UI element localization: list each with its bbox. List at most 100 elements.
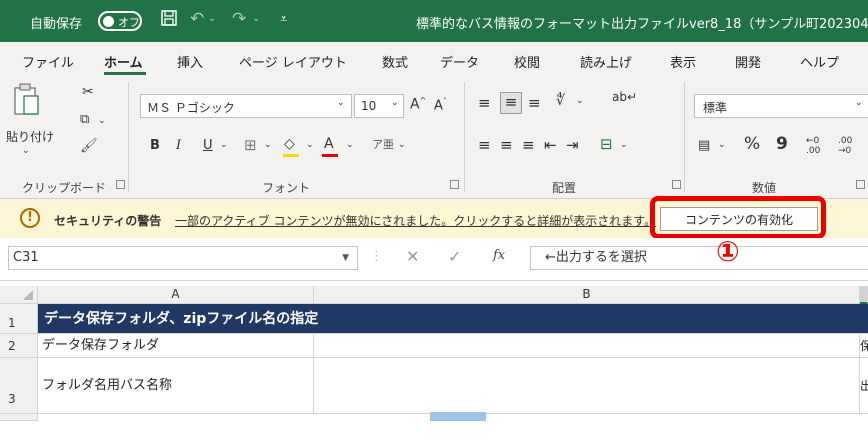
security-warning-title: セキュリティの警告 [54,214,162,228]
clipboard-group-label: クリップボード [22,181,107,195]
redo-icon[interactable]: ↷ [232,9,246,29]
align-top-icon[interactable]: ≡ [478,94,491,112]
alignment-launcher-icon[interactable] [672,180,681,189]
number-launcher-icon[interactable] [856,180,865,189]
name-box-value: C31 [13,250,39,265]
autosave-toggle[interactable]: オフ [98,11,142,31]
orientation-icon[interactable]: ∜ [556,93,565,109]
chevron-down-icon[interactable]: ⌄ [208,13,216,24]
tab-help[interactable]: ヘルプ [800,52,839,71]
cell-a2[interactable]: データ保存フォルダ [38,334,314,358]
column-header-c[interactable] [860,286,868,304]
select-all-corner[interactable] [0,286,38,304]
font-name-select[interactable]: ＭＳ Ｐゴシック ⌄ [140,94,352,118]
shrink-font-icon[interactable]: Aˇ [434,97,447,113]
chevron-down-icon[interactable]: ⌄ [98,116,106,126]
tab-review[interactable]: 校閲 [514,52,540,71]
comma-style-button[interactable]: 9 [776,134,788,154]
cancel-icon[interactable]: ✕ [406,247,419,266]
align-middle-icon[interactable]: ≡ [500,92,522,114]
chevron-down-icon[interactable]: ⌄ [620,140,628,150]
bold-button[interactable]: B [150,138,160,153]
increase-decimal-button[interactable]: ←0 .00 [806,136,830,156]
group-divider [128,82,129,192]
group-divider [464,82,465,192]
clipboard-launcher-icon[interactable] [116,180,125,189]
accounting-format-icon[interactable]: ▤ [698,138,710,153]
font-group-label: フォント [262,181,311,195]
ribbon: 貼り付け ⌄ ✂ ⧉ ⌄ 🖌 クリップボード ＭＳ Ｐゴシック ⌄ 10 ⌄ A… [0,76,868,200]
tab-formulas[interactable]: 数式 [382,52,408,71]
align-bottom-icon[interactable]: ≡ [528,94,541,112]
row-header-2[interactable]: 2 [0,334,38,358]
chevron-down-icon[interactable]: ⌄ [252,13,260,24]
chevron-down-icon[interactable]: ▼ [342,247,349,269]
font-color-icon[interactable]: A [324,136,334,152]
font-launcher-icon[interactable] [450,180,459,189]
security-warning-link[interactable]: 一部のアクティブ コンテンツが無効にされました。クリックすると詳細が表示されます… [175,212,656,229]
autosave-label: 自動保存 [30,17,83,32]
tab-view[interactable]: 表示 [670,52,696,71]
percent-style-button[interactable]: % [744,134,760,154]
decrease-indent-icon[interactable]: ⇤ [544,136,557,154]
italic-button[interactable]: I [176,138,181,153]
tab-page-layout[interactable]: ページ レイアウト [239,52,347,71]
format-painter-icon[interactable]: 🖌 [80,138,98,154]
paste-icon[interactable] [12,82,42,123]
copy-icon[interactable]: ⧉ [80,112,89,127]
paste-label[interactable]: 貼り付け [6,128,54,145]
cell-b2[interactable] [314,334,860,358]
tab-home[interactable]: ホーム [104,52,143,71]
chevron-down-icon[interactable]: ⌄ [22,146,30,156]
customize-qat-icon[interactable]: ⩡ [280,12,287,27]
chevron-down-icon: ⌄ [391,98,399,108]
tab-developer[interactable]: 開発 [735,52,761,71]
table-row[interactable]: データ保存フォルダ、zipファイル名の指定 [38,304,868,334]
number-group-label: 数値 [752,181,777,195]
merge-center-icon[interactable]: ⊟ [600,135,613,153]
formula-input[interactable]: ←出力するを選択 [530,246,868,270]
borders-icon[interactable]: ⊞ [244,136,257,154]
tab-read-aloud[interactable]: 読み上げ [580,52,632,71]
chevron-down-icon[interactable]: ⌄ [264,140,272,150]
tab-data[interactable]: データ [440,52,479,71]
cell-c3[interactable]: 出 [860,358,868,414]
cell-c2[interactable]: 保 [860,334,868,358]
decrease-decimal-button[interactable]: .00 →0 [838,136,864,156]
name-box[interactable]: C31 ▼ [8,246,358,270]
fill-color-icon[interactable]: ◇ [284,136,295,152]
number-format-select[interactable]: 標準 ⌄ [694,94,868,118]
align-left-icon[interactable]: ≡ [478,136,491,154]
cut-icon[interactable]: ✂ [82,84,94,100]
tab-insert[interactable]: 挿入 [177,52,203,71]
chevron-down-icon[interactable]: ⌄ [220,140,228,150]
insert-function-icon[interactable]: fx [493,248,505,263]
chevron-down-icon[interactable]: ⌄ [306,140,314,150]
align-center-icon[interactable]: ≡ [500,136,513,154]
phonetic-icon[interactable]: ア亜 [372,136,394,152]
font-size-select[interactable]: 10 ⌄ [354,94,404,118]
increase-indent-icon[interactable]: ⇥ [566,136,579,154]
row-header-3[interactable]: 3 [0,358,38,414]
column-header-b[interactable]: B [314,286,860,304]
cell-a3[interactable]: フォルダ名用バス名称 [38,358,314,414]
tab-file[interactable]: ファイル [22,52,74,71]
row-header-1[interactable]: 1 [0,304,38,334]
check-icon[interactable]: ✓ [448,247,461,266]
chevron-down-icon[interactable]: ⌄ [398,140,406,150]
column-header-a[interactable]: A [38,286,314,304]
cell-b3[interactable] [314,358,860,414]
row-header-4[interactable] [0,414,38,421]
font-name-value: ＭＳ Ｐゴシック [147,101,235,115]
save-icon[interactable] [160,9,178,32]
wrap-text-icon[interactable]: ab↵ [612,90,637,104]
grow-font-icon[interactable]: A^ [410,96,426,113]
chevron-down-icon[interactable]: ⌄ [346,140,354,150]
underline-button[interactable]: U [203,138,213,153]
chevron-down-icon[interactable]: ⌄ [576,96,584,106]
font-size-value: 10 [361,99,377,113]
callout-highlight-box [650,196,826,239]
align-right-icon[interactable]: ≡ [522,136,535,154]
chevron-down-icon[interactable]: ⌄ [718,140,726,150]
undo-icon[interactable]: ↶ [190,9,204,29]
